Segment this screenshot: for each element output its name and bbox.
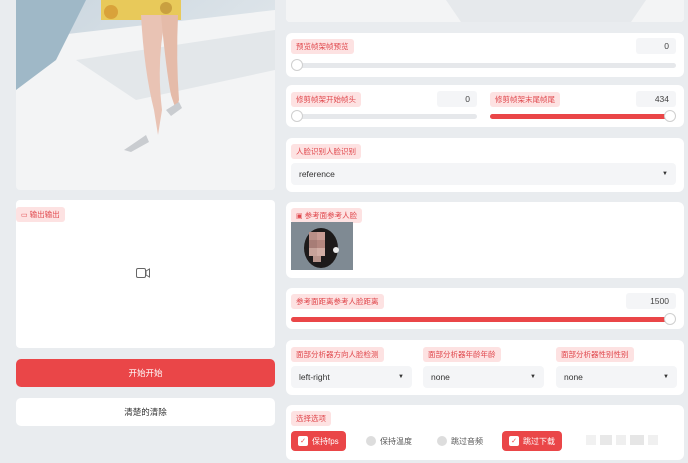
trim-start-badge: 修剪帧架开始帧头	[291, 92, 361, 107]
face-recognition-panel: 人脸识别人脸识别 reference ▼	[286, 138, 684, 192]
analyser-gender-badge: 面部分析器性别性别	[556, 347, 634, 362]
option-skip-audio[interactable]: 跳过音频	[430, 431, 490, 451]
analyser-gender-select[interactable]: none ▼	[556, 366, 677, 388]
reference-distance-value[interactable]: 1500	[626, 293, 676, 309]
option-skip-audio-label: 跳过音频	[451, 436, 483, 446]
trim-preview-thumb[interactable]	[291, 59, 303, 71]
checkbox-empty-icon	[366, 436, 376, 446]
output-badge: ▭ 输出输出	[16, 207, 65, 222]
chevron-down-icon: ▼	[530, 374, 536, 380]
trim-start-value[interactable]: 0	[437, 91, 477, 107]
reference-face-thumbnail[interactable]	[291, 222, 353, 270]
analyser-direction-badge: 面部分析器方向人脸检测	[291, 347, 384, 362]
analyser-direction-select[interactable]: left-right ▼	[291, 366, 412, 388]
analyser-gender-value: none	[564, 372, 583, 382]
output-label: 输出输出	[29, 210, 60, 219]
trim-end-value[interactable]: 434	[636, 91, 676, 107]
chevron-down-icon: ▼	[663, 374, 669, 380]
analyser-age-select[interactable]: none ▼	[423, 366, 544, 388]
trim-end-badge: 修剪帧架末尾帧尾	[490, 92, 560, 107]
option-keep-fps[interactable]: ✓ 保持fps	[291, 431, 346, 451]
target-image-panel	[286, 0, 684, 22]
option-skip-download-label: 跳过下载	[523, 436, 555, 446]
option-keep-temp[interactable]: 保持温度	[359, 431, 419, 451]
reference-face-panel: ▣ 参考面参考人脸	[286, 202, 684, 278]
face-recognition-select[interactable]: reference ▼	[291, 163, 676, 185]
reference-face-label: 参考面参考人脸	[304, 211, 358, 220]
source-image-panel	[16, 0, 275, 190]
analyser-direction-value: left-right	[299, 372, 330, 382]
analyser-age-badge: 面部分析器年龄年龄	[423, 347, 501, 362]
face-analyser-panel: 面部分析器方向人脸检测 left-right ▼ 面部分析器年龄年龄 none …	[286, 340, 684, 395]
reference-distance-slider[interactable]	[291, 313, 676, 325]
face-recognition-badge: 人脸识别人脸识别	[291, 144, 361, 159]
trim-end-fill	[490, 114, 670, 119]
options-panel: 选择选项 ✓ 保持fps 保持温度 跳过音频 ✓ 跳过下载	[286, 405, 684, 460]
watermark-blur	[586, 435, 676, 447]
option-keep-fps-label: 保持fps	[312, 436, 339, 446]
chevron-down-icon: ▼	[398, 374, 404, 380]
options-badge: 选择选项	[291, 411, 331, 426]
start-button[interactable]: 开始开始	[16, 359, 275, 387]
option-keep-temp-label: 保持温度	[380, 436, 412, 446]
trim-start-slider[interactable]	[291, 110, 477, 122]
clear-button[interactable]: 清楚的清除	[16, 398, 275, 426]
start-label: 开始开始	[128, 368, 163, 378]
face-recognition-value: reference	[299, 169, 335, 179]
output-panel: ▭ 输出输出	[16, 200, 275, 348]
chevron-down-icon: ▼	[662, 171, 668, 177]
reference-distance-badge: 参考面距离参考人脸距离	[291, 294, 384, 309]
source-photo	[16, 0, 275, 190]
trim-preview-value[interactable]: 0	[636, 38, 676, 54]
trim-frame-panel: 修剪帧架开始帧头 0 修剪帧架末尾帧尾 434	[286, 85, 684, 127]
reference-distance-thumb[interactable]	[664, 313, 676, 325]
option-skip-download[interactable]: ✓ 跳过下载	[502, 431, 562, 451]
trim-end-slider[interactable]	[490, 110, 676, 122]
trim-start-thumb[interactable]	[291, 110, 303, 122]
image-icon: ▣	[296, 212, 303, 220]
video-icon: ▭	[21, 211, 28, 219]
video-placeholder-icon	[136, 268, 150, 278]
reference-distance-fill	[291, 317, 670, 322]
trim-end-thumb[interactable]	[664, 110, 676, 122]
reference-distance-panel: 参考面距离参考人脸距离 1500	[286, 288, 684, 329]
trim-preview-badge: 预览帧架帧预览	[291, 39, 354, 54]
trim-preview-slider[interactable]	[291, 59, 676, 71]
reference-face-badge: ▣ 参考面参考人脸	[291, 208, 363, 223]
trim-preview-panel: 预览帧架帧预览 0	[286, 33, 684, 77]
checkbox-checked-icon: ✓	[298, 436, 308, 446]
target-photo-strip	[286, 0, 684, 22]
checkbox-empty-icon	[437, 436, 447, 446]
checkbox-checked-icon: ✓	[509, 436, 519, 446]
analyser-age-value: none	[431, 372, 450, 382]
clear-label: 清楚的清除	[124, 407, 167, 417]
